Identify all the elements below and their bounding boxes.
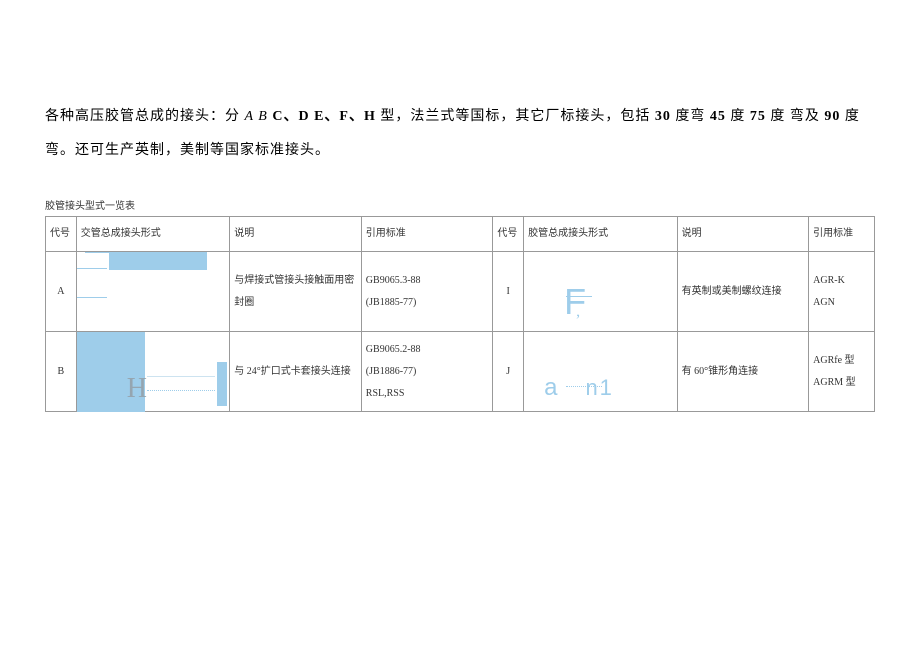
intro-deg30: 30 xyxy=(655,109,671,124)
diagram-i-comma: , xyxy=(576,294,580,329)
cell-code-j: J xyxy=(493,332,524,412)
th-code: 代号 xyxy=(46,217,77,252)
cell-diagram-i: F , xyxy=(524,252,678,332)
diagram-b-dots xyxy=(147,390,216,391)
diagram-b-line xyxy=(147,376,216,377)
cell-code-i: I xyxy=(493,252,524,332)
table-row: A 与焊接式管接头接触面用密封圈 GB9065.3-88 (JB1885-77)… xyxy=(46,252,875,332)
cell-diagram-j: a n1 xyxy=(524,332,678,412)
cell-desc-j: 有 60°锥形角连接 xyxy=(677,332,809,412)
th-std: 引用标准 xyxy=(361,217,493,252)
intro-abc-italic: A B xyxy=(245,109,268,124)
diagram-j-glyph: a n1 xyxy=(544,362,614,415)
intro-text-4: 度 xyxy=(726,109,750,124)
cell-std-i: AGR-K AGN xyxy=(809,252,875,332)
intro-paragraph: 各种高压胶管总成的接头：分 A B C、D E、F、H 型，法兰式等国标，其它厂… xyxy=(45,100,875,167)
th-code2: 代号 xyxy=(493,217,524,252)
th-std2: 引用标准 xyxy=(809,217,875,252)
intro-text-1: 各种高压胶管总成的接头：分 xyxy=(45,109,245,124)
connector-table: 代号 交管总成接头形式 说明 引用标准 代号 胶管总成接头形式 说明 引用标准 … xyxy=(45,216,875,412)
cell-diagram-b: H xyxy=(76,332,230,412)
intro-deg45: 45 xyxy=(710,109,726,124)
cell-code-a: A xyxy=(46,252,77,332)
cell-diagram-a xyxy=(76,252,230,332)
intro-abc-bold: C、D E、F、H xyxy=(268,109,381,124)
intro-text-2: 型，法兰式等国标，其它厂标接头，包括 xyxy=(380,109,655,124)
diagram-b-right xyxy=(217,362,227,406)
th-desc: 说明 xyxy=(230,217,362,252)
intro-text-5: 度 弯及 xyxy=(766,109,825,124)
table-header-row: 代号 交管总成接头形式 说明 引用标准 代号 胶管总成接头形式 说明 引用标准 xyxy=(46,217,875,252)
th-desc2: 说明 xyxy=(677,217,809,252)
th-form2: 胶管总成接头形式 xyxy=(524,217,678,252)
cell-std-b: GB9065.2-88 (JB1886-77) RSL,RSS xyxy=(361,332,493,412)
intro-deg75: 75 xyxy=(750,109,766,124)
cell-desc-b: 与 24°扩口式卡套接头连接 xyxy=(230,332,362,412)
table-row: B H 与 24°扩口式卡套接头连接 GB9065.2-88 (JB1886-7… xyxy=(46,332,875,412)
cell-desc-i: 有英制或美制螺纹连接 xyxy=(677,252,809,332)
diagram-i-glyph: F xyxy=(564,262,586,341)
cell-code-b: B xyxy=(46,332,77,412)
cell-std-j: AGRfe 型 AGRM 型 xyxy=(809,332,875,412)
intro-deg90: 90 xyxy=(824,109,840,124)
cell-desc-a: 与焊接式管接头接触面用密封圈 xyxy=(230,252,362,332)
diagram-j-dots xyxy=(566,386,602,387)
cell-std-a: GB9065.3-88 (JB1885-77) xyxy=(361,252,493,332)
table-title: 胶管接头型式一览表 xyxy=(45,197,875,212)
th-form: 交管总成接头形式 xyxy=(76,217,230,252)
intro-text-3: 度弯 xyxy=(671,109,710,124)
diagram-a-shape xyxy=(109,252,207,308)
diagram-b-glyph: H xyxy=(127,358,147,420)
